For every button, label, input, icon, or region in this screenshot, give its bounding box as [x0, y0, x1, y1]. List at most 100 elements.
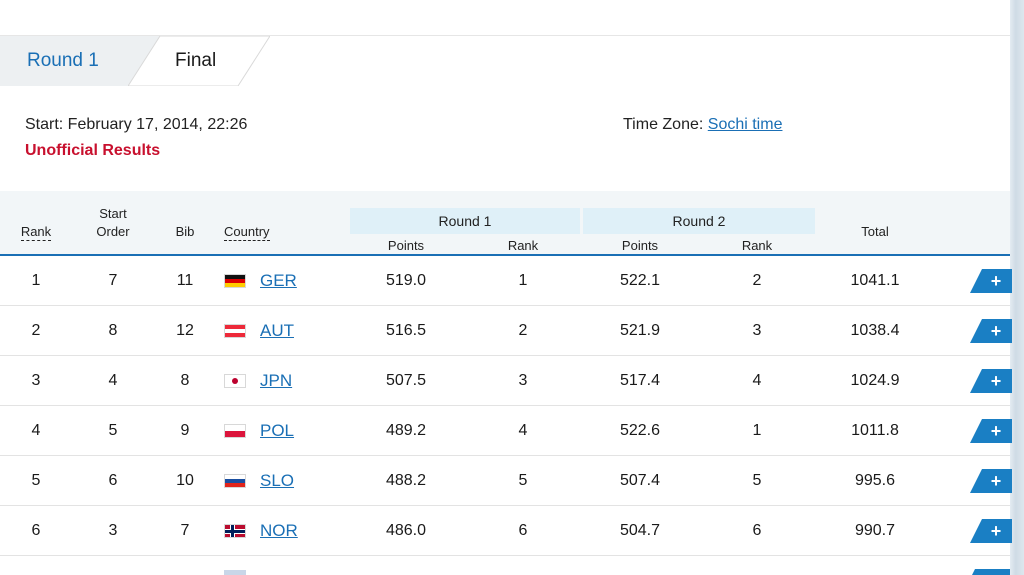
- table-row: 5 6 10 SLO 488.2 5 507.4 5 995.6 +: [0, 456, 1012, 506]
- austria-flag-icon: [224, 324, 246, 338]
- country-link[interactable]: NOR: [260, 521, 298, 540]
- cell-r2-points: 504.7: [619, 522, 661, 539]
- japan-flag-icon: [224, 374, 246, 388]
- cell-r1-points: 516.5: [385, 322, 427, 339]
- cell-total: 1038.4: [850, 322, 900, 339]
- cell-r1-points: 507.5: [385, 372, 427, 389]
- norway-flag-icon: [224, 524, 246, 538]
- country-link[interactable]: POL: [260, 421, 294, 440]
- header-r2-points: Points: [621, 238, 659, 253]
- plus-icon: +: [990, 421, 1002, 441]
- timezone-link[interactable]: Sochi time: [708, 116, 783, 133]
- cell-rank: 3: [31, 372, 41, 389]
- cell-rank: 5: [31, 472, 41, 489]
- header-rank[interactable]: Rank: [16, 224, 56, 241]
- cell-bib: 8: [180, 372, 190, 389]
- cell-r1-rank: 4: [518, 422, 528, 439]
- cell-country: GER: [260, 256, 297, 306]
- header-bib: Bib: [175, 224, 195, 239]
- cell-r2-rank: 1: [752, 422, 762, 439]
- status-text: Unofficial Results: [25, 142, 161, 159]
- cell-r1-rank: 6: [518, 522, 528, 539]
- country-link[interactable]: GER: [260, 271, 297, 290]
- header-start-label: Start: [99, 206, 127, 221]
- header-order-label: Order: [96, 224, 130, 239]
- cell-rank: 6: [31, 522, 41, 539]
- header-start-order: Start Order: [90, 205, 136, 241]
- cell-bib: 11: [176, 272, 194, 289]
- plus-icon: +: [990, 321, 1002, 341]
- expand-button-shape[interactable]: [970, 569, 1010, 575]
- timezone-label: Time Zone:: [623, 116, 708, 133]
- cell-bib: 10: [176, 472, 194, 489]
- cell-start-order: 6: [108, 472, 118, 489]
- slovenia-flag-icon: [224, 474, 246, 488]
- cell-start-order: 5: [108, 422, 118, 439]
- cell-country: AUT: [260, 306, 294, 356]
- cell-total: 1041.1: [850, 272, 900, 289]
- cell-total: 990.7: [854, 522, 896, 539]
- cell-start-order: 8: [108, 322, 118, 339]
- cell-country: SLO: [260, 456, 294, 506]
- cell-start-order: 7: [108, 272, 118, 289]
- table-row: 4 5 9 POL 489.2 4 522.6 1 1011.8 +: [0, 406, 1012, 456]
- expand-row-button[interactable]: +: [970, 419, 1012, 443]
- country-link[interactable]: SLO: [260, 471, 294, 490]
- cell-r2-rank: 6: [752, 522, 762, 539]
- plus-icon: +: [990, 271, 1002, 291]
- cell-r2-points: 522.6: [619, 422, 661, 439]
- header-total: Total: [861, 224, 889, 239]
- cell-r2-rank: 5: [752, 472, 762, 489]
- cell-r1-points: 489.2: [385, 422, 427, 439]
- header-r1-rank: Rank: [507, 238, 539, 253]
- cell-r2-points: 522.1: [619, 272, 661, 289]
- cell-r1-points: 519.0: [385, 272, 427, 289]
- header-rank-label: Rank: [20, 224, 52, 241]
- cell-country: JPN: [260, 356, 292, 406]
- page-edge: [1010, 0, 1024, 575]
- cell-start-order: 3: [108, 522, 118, 539]
- tab-final[interactable]: Final: [128, 36, 270, 86]
- country-link[interactable]: JPN: [260, 371, 292, 390]
- table-row: 1 7 11 GER 519.0 1 522.1 2 1041.1 +: [0, 256, 1012, 306]
- cell-r1-points: 488.2: [385, 472, 427, 489]
- cell-country: POL: [260, 406, 294, 456]
- plus-icon: +: [990, 521, 1002, 541]
- cell-r2-points: 507.4: [619, 472, 661, 489]
- table-row: 2 8 12 AUT 516.5 2 521.9 3 1038.4 +: [0, 306, 1012, 356]
- header-r1-points: Points: [387, 238, 425, 253]
- table-row: 3 4 8 JPN 507.5 3 517.4 4 1024.9 +: [0, 356, 1012, 406]
- expand-row-button[interactable]: +: [970, 269, 1012, 293]
- cell-r2-points: 517.4: [619, 372, 661, 389]
- header-country[interactable]: Country: [224, 224, 278, 241]
- table-row-partial: [0, 556, 1010, 575]
- cell-rank: 1: [31, 272, 41, 289]
- start-time: Start: February 17, 2014, 22:26: [25, 116, 248, 133]
- cell-r1-rank: 2: [518, 322, 528, 339]
- plus-icon: +: [990, 471, 1002, 491]
- cell-r1-rank: 1: [518, 272, 528, 289]
- cell-bib: 12: [176, 322, 194, 339]
- poland-flag-icon: [224, 424, 246, 438]
- cell-rank: 2: [31, 322, 41, 339]
- expand-row-button[interactable]: +: [970, 369, 1012, 393]
- germany-flag-icon: [224, 274, 246, 288]
- header-country-label: Country: [224, 224, 270, 241]
- cell-r2-points: 521.9: [619, 322, 661, 339]
- cell-bib: 9: [180, 422, 190, 439]
- cell-rank: 4: [31, 422, 41, 439]
- flag-icon: [224, 570, 246, 575]
- cell-r1-rank: 3: [518, 372, 528, 389]
- cell-bib: 7: [180, 522, 190, 539]
- plus-icon: +: [990, 371, 1002, 391]
- tab-round-1-label: Round 1: [27, 50, 99, 71]
- country-link[interactable]: AUT: [260, 321, 294, 340]
- timezone: Time Zone: Sochi time: [623, 116, 782, 134]
- expand-row-button[interactable]: +: [970, 319, 1012, 343]
- expand-row-button[interactable]: +: [970, 519, 1012, 543]
- header-r2-rank: Rank: [741, 238, 773, 253]
- tab-final-label: Final: [175, 50, 217, 71]
- cell-country: NOR: [260, 506, 298, 556]
- expand-row-button[interactable]: +: [970, 469, 1012, 493]
- cell-total: 1011.8: [851, 422, 899, 439]
